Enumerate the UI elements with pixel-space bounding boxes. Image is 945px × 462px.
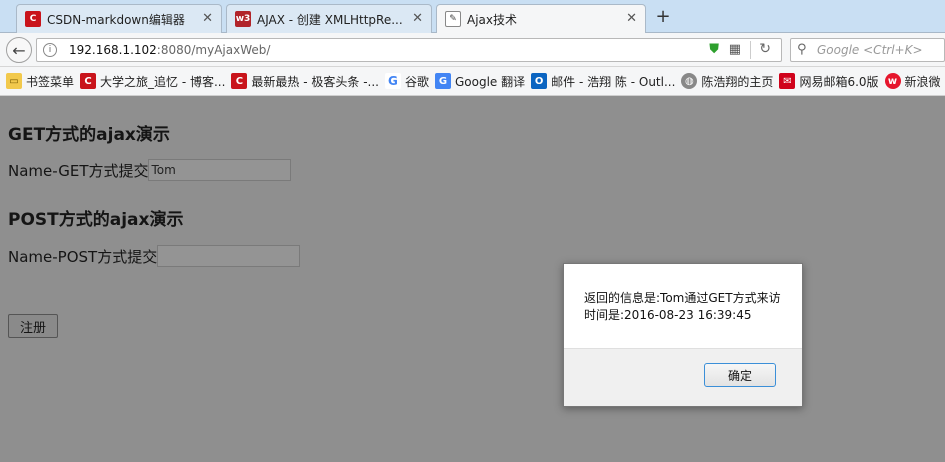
page-content: GET方式的ajax演示 Name-GET方式提交 POST方式的ajax演示 … — [0, 96, 945, 462]
page-icon: ✎ — [445, 11, 461, 27]
search-placeholder: Google <Ctrl+K> — [817, 43, 923, 57]
post-heading: POST方式的ajax演示 — [8, 210, 184, 230]
dialog-footer: 确定 — [564, 348, 802, 406]
bookmark-item[interactable]: G 谷歌 — [384, 71, 429, 91]
csdn-icon: C — [231, 73, 248, 89]
tab-ajax-xmlhttp[interactable]: w3 AJAX - 创建 XMLHttpRe... ✕ — [226, 4, 432, 33]
bookmark-label: 陈浩翔的主页 — [701, 74, 774, 89]
dialog-message-line: 返回的信息是:Tom通过GET方式来访 — [584, 291, 781, 305]
search-icon: ⚲ — [797, 42, 807, 57]
bookmark-label: 书签菜单 — [26, 74, 75, 89]
reload-icon[interactable]: ↻ — [759, 41, 771, 57]
csdn-icon: C — [25, 11, 41, 27]
dialog-body: 返回的信息是:Tom通过GET方式来访 时间是:2016-08-23 16:39… — [564, 264, 802, 348]
url-bar[interactable]: i 192.168.1.102:8080/myAjaxWeb/ ⛊ ▦ ↻ — [36, 38, 782, 62]
navigation-bar: ← i 192.168.1.102:8080/myAjaxWeb/ ⛊ ▦ ↻ … — [0, 33, 945, 67]
bookmark-label: 网易邮箱6.0版 — [799, 74, 879, 89]
tab-strip: C CSDN-markdown编辑器 ✕ w3 AJAX - 创建 XMLHtt… — [0, 0, 945, 33]
get-heading: GET方式的ajax演示 — [8, 125, 170, 145]
info-icon[interactable]: i — [43, 43, 57, 57]
url-host: 192.168.1.102 — [69, 43, 157, 57]
globe-icon: ◍ — [681, 73, 698, 89]
bookmark-item[interactable]: O 邮件 - 浩翔 陈 - Outl... — [531, 71, 675, 91]
bookmark-label: 大学之旅_追忆 - 博客... — [100, 74, 226, 89]
bookmark-label: 最新最热 - 极客头条 -... — [251, 74, 379, 89]
bookmark-label: 谷歌 — [404, 74, 429, 89]
close-icon[interactable]: ✕ — [626, 11, 637, 26]
search-bar[interactable]: ⚲ Google <Ctrl+K> — [790, 38, 945, 62]
tab-label: AJAX - 创建 XMLHttpRe... — [257, 12, 403, 27]
tab-csdn-editor[interactable]: C CSDN-markdown编辑器 ✕ — [16, 4, 222, 33]
url-path: :8080/myAjaxWeb/ — [156, 43, 271, 57]
post-form-row: Name-POST方式提交 — [8, 245, 301, 267]
tab-label: Ajax技术 — [467, 12, 517, 27]
bookmark-label: 邮件 - 浩翔 陈 - Outl... — [551, 74, 676, 89]
register-button[interactable]: 注册 — [8, 314, 58, 338]
arrow-left-icon: ← — [12, 40, 26, 60]
folder-icon: ▭ — [6, 73, 22, 89]
bookmark-item[interactable]: G Google 翻译 — [435, 71, 525, 91]
weibo-icon: w — [884, 73, 901, 89]
get-name-input[interactable] — [148, 159, 292, 181]
bookmark-item[interactable]: C 大学之旅_追忆 - 博客... — [80, 71, 225, 91]
qr-code-icon[interactable]: ▦ — [729, 42, 741, 57]
get-form-row: Name-GET方式提交 — [8, 159, 292, 181]
bookmark-item[interactable]: C 最新最热 - 极客头条 -... — [231, 71, 379, 91]
bookmark-label: Google 翻译 — [455, 74, 526, 89]
dialog-time-line: 时间是:2016-08-23 16:39:45 — [584, 308, 752, 322]
outlook-icon: O — [531, 73, 548, 89]
netease-icon: ✉ — [779, 73, 796, 89]
close-icon[interactable]: ✕ — [202, 11, 213, 26]
alert-dialog: 返回的信息是:Tom通过GET方式来访 时间是:2016-08-23 16:39… — [563, 263, 803, 407]
bookmark-item[interactable]: w 新浪微 — [884, 71, 941, 91]
post-name-input[interactable] — [157, 245, 301, 267]
bookmark-item[interactable]: ◍ 陈浩翔的主页 — [681, 71, 773, 91]
url-text: 192.168.1.102:8080/myAjaxWeb/ — [69, 43, 270, 57]
bookmarks-bar: ▭ 书签菜单 C 大学之旅_追忆 - 博客... C 最新最热 - 极客头条 -… — [0, 67, 945, 96]
translate-icon: G — [435, 73, 451, 89]
close-icon[interactable]: ✕ — [412, 11, 423, 26]
tab-ajax-tech[interactable]: ✎ Ajax技术 ✕ — [436, 4, 646, 33]
google-icon: G — [384, 73, 401, 89]
ok-button[interactable]: 确定 — [704, 363, 776, 387]
bookmark-menu[interactable]: ▭ 书签菜单 — [6, 71, 74, 91]
back-button[interactable]: ← — [6, 37, 32, 63]
new-tab-button[interactable]: + — [652, 4, 674, 28]
bookmark-item[interactable]: ✉ 网易邮箱6.0版 — [779, 71, 879, 91]
divider — [750, 41, 751, 59]
csdn-icon: C — [80, 73, 97, 89]
shield-icon[interactable]: ⛊ — [709, 42, 719, 57]
w3-icon: w3 — [235, 11, 251, 27]
get-label: Name-GET方式提交 — [8, 161, 149, 180]
bookmark-label: 新浪微 — [904, 74, 941, 89]
tab-label: CSDN-markdown编辑器 — [47, 12, 185, 27]
post-label: Name-POST方式提交 — [8, 247, 158, 266]
